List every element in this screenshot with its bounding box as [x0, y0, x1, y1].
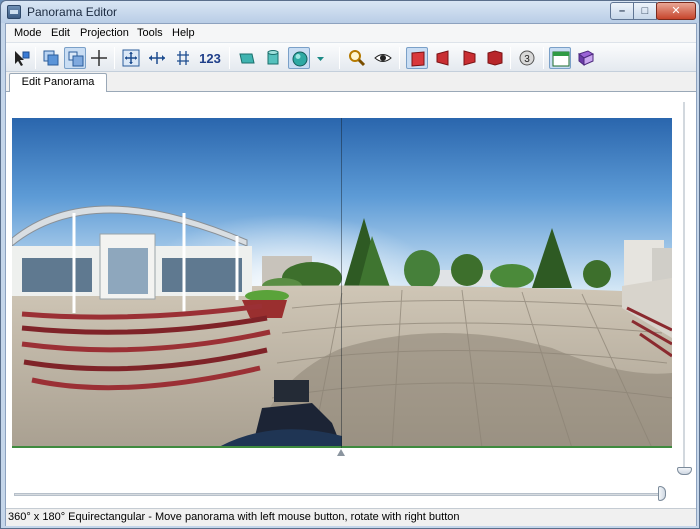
tab-edit-panorama[interactable]: Edit Panorama [9, 73, 107, 93]
menu-tools[interactable]: Tools [137, 27, 163, 39]
preview-eye-icon[interactable] [372, 47, 394, 69]
book-icon[interactable] [575, 47, 597, 69]
circle-badge-icon[interactable]: 3 [516, 47, 538, 69]
red-plane-left-icon[interactable] [432, 47, 454, 69]
status-bar: 360° x 180° Equirectangular - Move panor… [6, 508, 696, 526]
horizontal-slider-thumb[interactable] [658, 486, 666, 501]
sphere-projection-icon[interactable] [288, 47, 310, 69]
toolbar-separator [114, 47, 115, 69]
crosshair-icon[interactable] [88, 47, 110, 69]
status-text: 360° x 180° Equirectangular - Move panor… [8, 511, 460, 523]
center-marker-icon[interactable] [337, 449, 345, 456]
select-arrow-icon[interactable] [10, 47, 32, 69]
menu-projection[interactable]: Projection [80, 27, 129, 39]
menu-bar: Mode Edit Projection Tools Help [6, 24, 696, 43]
vertical-slider-track[interactable] [683, 102, 685, 472]
toolbar-separator [543, 47, 544, 69]
menu-edit[interactable]: Edit [51, 27, 70, 39]
client-area: Mode Edit Projection Tools Help 123 3 Ed… [5, 23, 697, 526]
center-guide-line [341, 118, 342, 448]
horizontal-align-icon[interactable] [146, 47, 168, 69]
toolbar-separator [35, 47, 36, 69]
title-bar[interactable]: Panorama Editor – □ ✕ [1, 1, 699, 23]
badge-label: 3 [524, 54, 530, 65]
flat-projection-icon[interactable] [236, 47, 258, 69]
toolbar-separator [229, 47, 230, 69]
zoom-icon[interactable] [346, 47, 368, 69]
window-layout-icon[interactable] [549, 47, 571, 69]
toolbar-separator [339, 47, 340, 69]
panorama-panel [6, 92, 696, 511]
move-icon[interactable] [64, 47, 86, 69]
panorama-image[interactable] [12, 118, 672, 448]
app-icon [7, 5, 21, 19]
copy-images-icon[interactable] [40, 47, 62, 69]
cylinder-projection-icon[interactable] [262, 47, 284, 69]
menu-help[interactable]: Help [172, 27, 195, 39]
vertical-align-icon[interactable] [172, 47, 194, 69]
number-icon[interactable]: 123 [196, 47, 224, 69]
align-center-icon[interactable] [120, 47, 142, 69]
red-plane-front-icon[interactable] [406, 47, 428, 69]
app-window: Panorama Editor – □ ✕ Mode Edit Projecti… [0, 0, 700, 529]
close-button[interactable]: ✕ [656, 2, 696, 20]
toolbar-separator [510, 47, 511, 69]
toolbar-separator [399, 47, 400, 69]
tab-strip: Edit Panorama [6, 72, 696, 93]
red-plane-back-icon[interactable] [484, 47, 506, 69]
menu-mode[interactable]: Mode [14, 27, 42, 39]
red-plane-right-icon[interactable] [458, 47, 480, 69]
toolbar: 123 3 [6, 43, 696, 72]
vertical-slider-thumb[interactable] [677, 467, 692, 475]
horizontal-slider-track[interactable] [14, 493, 666, 496]
maximize-button[interactable]: □ [633, 2, 657, 20]
dropdown-arrow-icon[interactable] [314, 47, 328, 69]
window-title: Panorama Editor [27, 5, 118, 19]
minimize-button[interactable]: – [610, 2, 634, 20]
